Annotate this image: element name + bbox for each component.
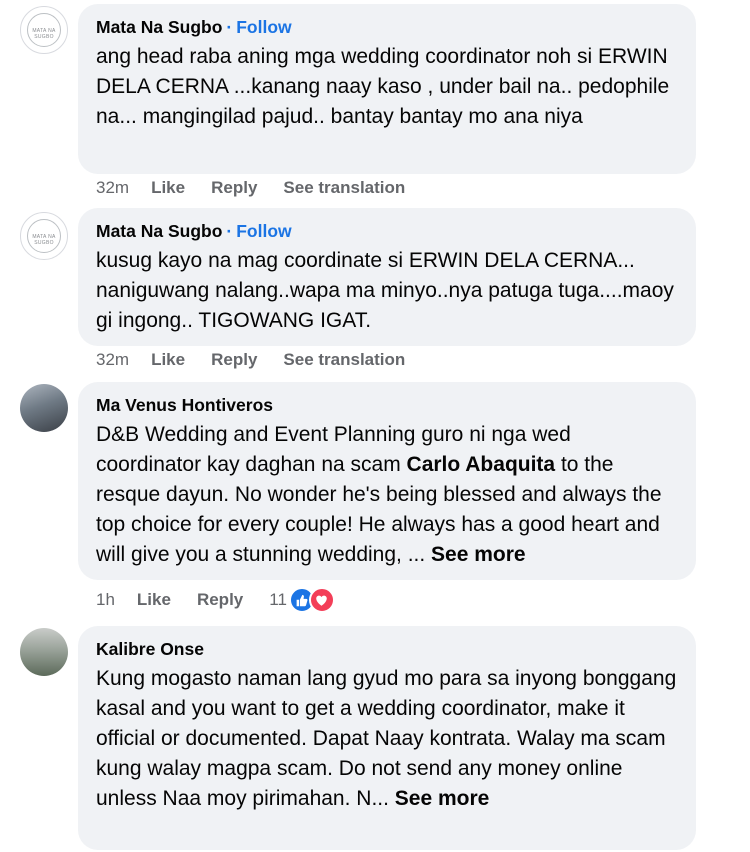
- comment-actions: 32m Like Reply See translation: [96, 176, 431, 200]
- separator-dot: ·: [226, 17, 233, 37]
- comment-text-part: Kung mogasto naman lang gyud mo para sa …: [96, 667, 677, 810]
- like-button[interactable]: Like: [151, 178, 185, 198]
- reaction-count: 11: [269, 590, 287, 609]
- timestamp[interactable]: 1h: [96, 590, 115, 610]
- reactions-summary[interactable]: 11: [269, 587, 335, 613]
- comment-bubble: Mata Na Sugbo · Follow kusug kayo na mag c…: [78, 208, 696, 346]
- author-line: Mata Na Sugbo · Follow: [96, 14, 680, 40]
- comment-text: kusug kayo na mag coordinate si ERWIN DE…: [96, 249, 674, 332]
- avatar[interactable]: [20, 384, 68, 432]
- comment-actions: 1h Like Reply 11: [96, 587, 335, 613]
- like-button[interactable]: Like: [151, 350, 185, 370]
- author-line: Kalibre Onse: [96, 636, 680, 662]
- see-translation-link[interactable]: See translation: [283, 178, 405, 198]
- comment-bubble: Mata Na Sugbo · Follow ang head raba aning…: [78, 4, 696, 174]
- comment-text: ang head raba aning mga wedding coordina…: [96, 45, 670, 128]
- mention-link[interactable]: Carlo Abaquita: [407, 453, 556, 476]
- comment-actions: 32m Like Reply See translation: [96, 348, 431, 372]
- follow-button[interactable]: Follow: [236, 221, 291, 241]
- comment-bubble: Ma Venus Hontiveros D&B Wedding and Even…: [78, 382, 696, 580]
- heart-icon: [308, 587, 335, 613]
- avatar[interactable]: MATA NA SUGBO: [20, 212, 68, 260]
- author-line: Ma Venus Hontiveros: [96, 392, 680, 418]
- page-logo: MATA NA SUGBO: [27, 219, 61, 253]
- author-name[interactable]: Kalibre Onse: [96, 639, 204, 659]
- avatar[interactable]: [20, 628, 68, 676]
- see-more-link[interactable]: See more: [395, 787, 490, 810]
- like-button[interactable]: Like: [137, 590, 171, 610]
- reply-button[interactable]: Reply: [211, 350, 257, 370]
- reply-button[interactable]: Reply: [197, 590, 243, 610]
- author-name[interactable]: Mata Na Sugbo: [96, 221, 222, 241]
- timestamp[interactable]: 32m: [96, 178, 129, 198]
- follow-button[interactable]: Follow: [236, 17, 291, 37]
- comment-text: D&B Wedding and Event Planning guro ni n…: [96, 420, 680, 570]
- reply-button[interactable]: Reply: [211, 178, 257, 198]
- comment-text: Kung mogasto naman lang gyud mo para sa …: [96, 664, 680, 814]
- see-translation-link[interactable]: See translation: [283, 350, 405, 370]
- comment-bubble: Kalibre Onse Kung mogasto naman lang gyu…: [78, 626, 696, 850]
- page-logo: MATA NA SUGBO: [27, 13, 61, 47]
- see-more-link[interactable]: See more: [431, 543, 526, 566]
- author-name[interactable]: Mata Na Sugbo: [96, 17, 222, 37]
- author-name[interactable]: Ma Venus Hontiveros: [96, 395, 273, 415]
- author-line: Mata Na Sugbo · Follow: [96, 218, 680, 244]
- separator-dot: ·: [226, 221, 233, 241]
- avatar[interactable]: MATA NA SUGBO: [20, 6, 68, 54]
- timestamp[interactable]: 32m: [96, 350, 129, 370]
